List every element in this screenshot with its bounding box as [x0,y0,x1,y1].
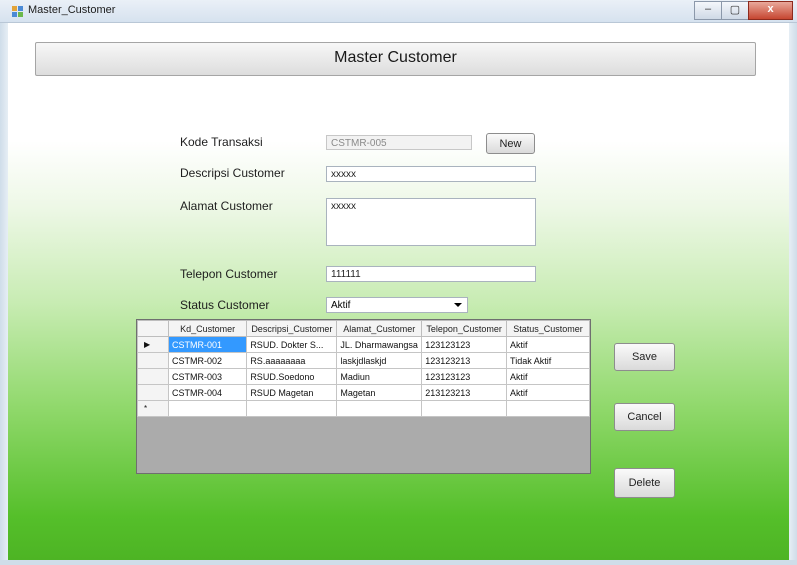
new-button[interactable]: New [486,133,535,154]
app-icon [12,6,23,17]
table-cell[interactable]: Tidak Aktif [506,352,590,369]
kode-transaksi-field[interactable]: CSTMR-005 [326,135,472,150]
table-cell[interactable]: Aktif [506,368,590,385]
column-header-telepon-customer[interactable]: Telepon_Customer [421,320,508,337]
new-row-asterisk-icon: * [136,400,170,417]
table-cell[interactable]: CSTMR-004 [168,384,248,401]
maximize-button[interactable]: ▢ [721,1,749,20]
table-cell[interactable]: Aktif [506,384,590,401]
current-row-indicator-icon: ▶ [136,336,170,353]
dropdown-arrow-icon [454,303,462,307]
telepon-customer-label: Telepon Customer [180,267,278,281]
deskripsi-customer-field[interactable]: xxxxx [326,166,536,182]
table-cell[interactable]: RSUD.Soedono [246,368,338,385]
status-customer-label: Status Customer [180,298,270,312]
maximize-icon: ▢ [729,4,741,16]
table-cell[interactable]: 213123213 [421,384,508,401]
column-header-alamat-customer[interactable]: Alamat_Customer [336,320,423,337]
column-header-kd-customer[interactable]: Kd_Customer [168,320,248,337]
table-cell[interactable]: RSUD. Dokter S... [246,336,338,353]
table-cell[interactable] [336,400,423,417]
table-row[interactable]: ▶ CSTMR-001 RSUD. Dokter S... JL. Dharma… [136,336,590,353]
row-header[interactable] [136,384,170,401]
row-header-corner [136,320,170,337]
table-cell[interactable] [246,400,338,417]
table-row[interactable]: CSTMR-004 RSUD Magetan Magetan 213123213… [136,384,590,401]
table-cell[interactable]: laskjdlaskjd [336,352,423,369]
window-titlebar: Master_Customer – ▢ x [0,0,797,23]
table-cell[interactable] [421,400,508,417]
minimize-button[interactable]: – [694,1,722,20]
table-cell[interactable]: Madiun [336,368,423,385]
new-row[interactable]: * [136,400,590,417]
alamat-customer-label: Alamat Customer [180,199,273,213]
table-header-row: Kd_Customer Descripsi_Customer Alamat_Cu… [136,320,590,337]
header-panel: Master Customer [35,42,756,76]
cancel-button[interactable]: Cancel [614,403,675,431]
window-title: Master_Customer [28,4,116,16]
window-frame-left [0,23,8,565]
close-icon: x [767,3,774,15]
table-cell[interactable]: CSTMR-003 [168,368,248,385]
minimize-icon: – [704,3,712,15]
status-customer-select[interactable]: Aktif [326,297,468,313]
table-cell[interactable]: JL. Dharmawangsa [336,336,423,353]
table-cell[interactable]: Aktif [506,336,590,353]
table-cell[interactable]: Magetan [336,384,423,401]
window-frame-right [789,23,797,565]
status-customer-value: Aktif [331,300,351,311]
table-cell[interactable]: 123123123 [421,336,508,353]
column-header-descripsi-customer[interactable]: Descripsi_Customer [246,320,338,337]
deskripsi-customer-label: Descripsi Customer [180,166,285,180]
row-header[interactable] [136,352,170,369]
table-row[interactable]: CSTMR-002 RS.aaaaaaaa laskjdlaskjd 12312… [136,352,590,369]
table-cell[interactable]: CSTMR-002 [168,352,248,369]
telepon-customer-field[interactable]: 111111 [326,266,536,282]
row-header[interactable] [136,368,170,385]
table-cell[interactable] [168,400,248,417]
table-cell[interactable]: CSTMR-001 [168,336,248,353]
table-row[interactable]: CSTMR-003 RSUD.Soedono Madiun 123123123 … [136,368,590,385]
delete-button[interactable]: Delete [614,468,675,498]
kode-transaksi-label: Kode Transaksi [180,135,263,149]
close-button[interactable]: x [748,1,793,20]
save-button[interactable]: Save [614,343,675,371]
table-cell[interactable]: 123123213 [421,352,508,369]
table-cell[interactable]: RSUD Magetan [246,384,338,401]
form-title: Master Customer [334,49,457,66]
table-cell[interactable] [506,400,590,417]
customer-data-grid[interactable]: Kd_Customer Descripsi_Customer Alamat_Cu… [136,319,591,474]
table-cell[interactable]: 123123123 [421,368,508,385]
table-cell[interactable]: RS.aaaaaaaa [246,352,338,369]
customer-table: Kd_Customer Descripsi_Customer Alamat_Cu… [136,320,590,417]
alamat-customer-field[interactable]: xxxxx [326,198,536,246]
column-header-status-customer[interactable]: Status_Customer [506,320,590,337]
window-frame-bottom [0,560,797,565]
